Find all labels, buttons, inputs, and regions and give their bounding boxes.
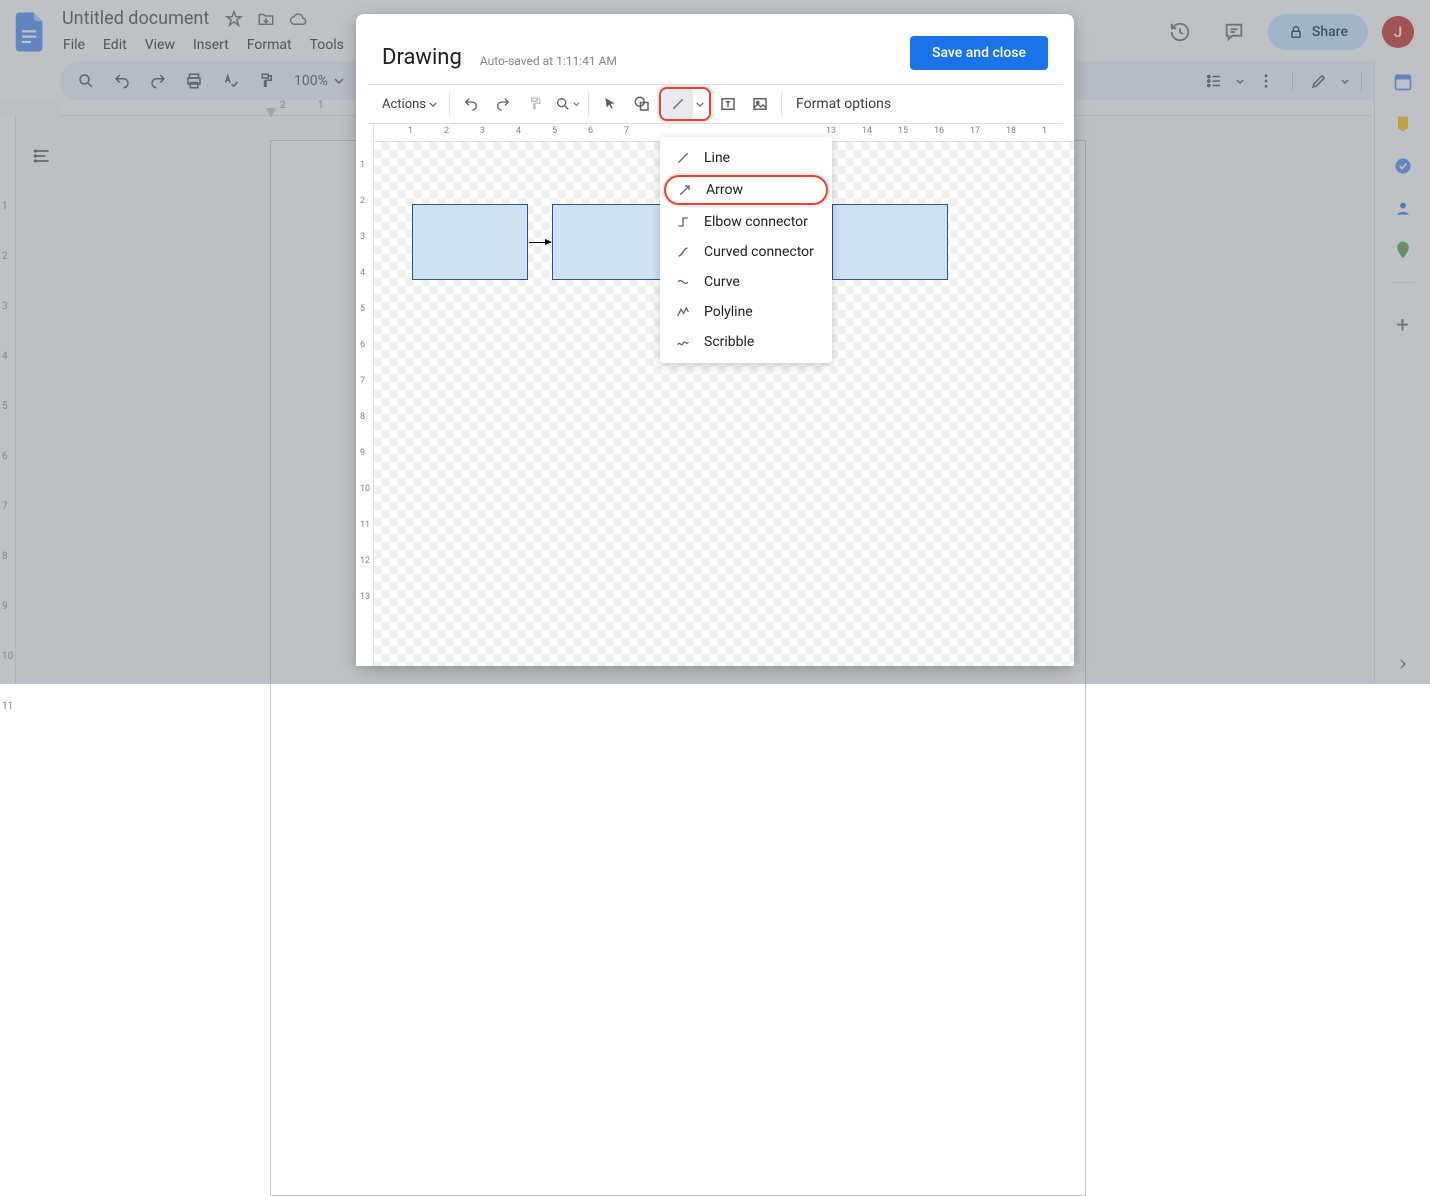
undo-icon[interactable] bbox=[456, 89, 486, 119]
curved-connector-icon bbox=[674, 243, 692, 261]
menu-item-arrow[interactable]: Arrow bbox=[664, 175, 828, 205]
shape-tool-icon[interactable] bbox=[627, 89, 657, 119]
save-and-close-button[interactable]: Save and close bbox=[910, 36, 1048, 70]
dialog-title: Drawing bbox=[382, 45, 462, 70]
textbox-tool-icon[interactable] bbox=[713, 89, 743, 119]
actions-menu[interactable]: Actions bbox=[376, 89, 443, 119]
menu-item-label: Scribble bbox=[704, 334, 754, 350]
rectangle-shape[interactable] bbox=[552, 204, 668, 280]
menu-item-label: Elbow connector bbox=[704, 214, 808, 230]
line-tool-highlighted bbox=[659, 87, 711, 121]
line-tool-dropdown[interactable] bbox=[693, 89, 707, 119]
autosave-status: Auto-saved at 1:11:41 AM bbox=[480, 54, 617, 68]
arrow-icon bbox=[676, 181, 694, 199]
image-tool-icon[interactable] bbox=[745, 89, 775, 119]
chevron-down-icon bbox=[429, 102, 437, 107]
polyline-icon bbox=[674, 303, 692, 321]
zoom-tool-icon[interactable] bbox=[552, 89, 582, 119]
menu-item-polyline[interactable]: Polyline bbox=[660, 297, 832, 327]
rectangle-shape[interactable] bbox=[832, 204, 948, 280]
line-type-menu: Line Arrow Elbow connector Curved connec… bbox=[660, 137, 832, 363]
menu-item-label: Polyline bbox=[704, 304, 753, 320]
line-tool-icon[interactable] bbox=[663, 89, 693, 119]
scribble-icon bbox=[674, 333, 692, 351]
elbow-connector-icon bbox=[674, 213, 692, 231]
menu-item-curved-connector[interactable]: Curved connector bbox=[660, 237, 832, 267]
select-tool-icon[interactable] bbox=[595, 89, 625, 119]
drawing-toolbar: Actions Format options bbox=[368, 84, 1062, 124]
menu-item-label: Line bbox=[704, 150, 730, 166]
menu-item-elbow-connector[interactable]: Elbow connector bbox=[660, 207, 832, 237]
menu-item-scribble[interactable]: Scribble bbox=[660, 327, 832, 357]
paint-format-icon[interactable] bbox=[520, 89, 550, 119]
line-icon bbox=[674, 149, 692, 167]
rectangle-shape[interactable] bbox=[412, 204, 528, 280]
menu-item-line[interactable]: Line bbox=[660, 143, 832, 173]
redo-icon[interactable] bbox=[488, 89, 518, 119]
drawing-vertical-ruler: 1 2 3 4 5 6 7 8 9 10 11 12 13 bbox=[356, 124, 374, 666]
menu-item-label: Arrow bbox=[706, 182, 743, 198]
menu-item-label: Curved connector bbox=[704, 244, 814, 260]
menu-item-curve[interactable]: Curve bbox=[660, 267, 832, 297]
curve-icon bbox=[674, 273, 692, 291]
arrow-connector[interactable] bbox=[529, 242, 551, 243]
format-options-button[interactable]: Format options bbox=[788, 96, 899, 112]
menu-item-label: Curve bbox=[704, 274, 740, 290]
